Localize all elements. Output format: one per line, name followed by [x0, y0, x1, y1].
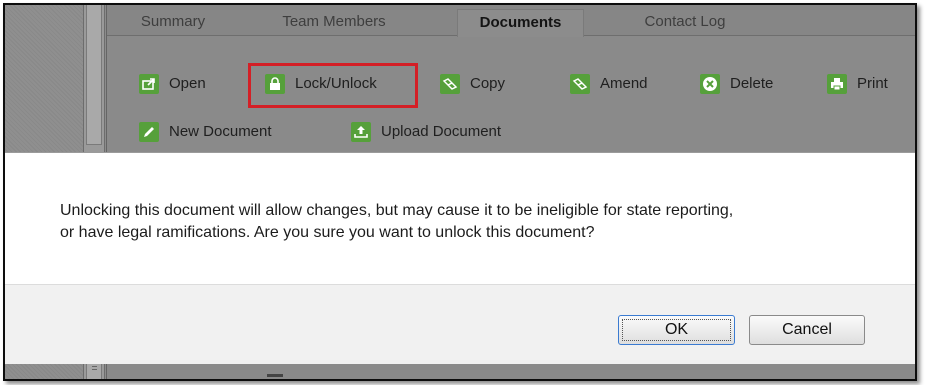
upload-document-label: Upload Document	[381, 123, 502, 140]
new-document-button[interactable]: New Document	[139, 119, 299, 145]
dialog-message-line2: or have legal ramifications. Are you sur…	[60, 224, 595, 241]
open-icon	[139, 74, 159, 94]
print-icon	[827, 74, 847, 94]
new-document-label: New Document	[169, 123, 272, 140]
amend-button[interactable]: Amend	[570, 71, 660, 97]
tab-documents[interactable]: Documents	[457, 9, 584, 37]
dialog-footer: OK Cancel	[5, 284, 915, 364]
amend-label: Amend	[600, 75, 648, 92]
copy-label: Copy	[470, 75, 506, 92]
copy-button[interactable]: Copy	[440, 71, 530, 97]
tab-bar: Summary Team Members Documents Contact L…	[107, 5, 915, 37]
open-label: Open	[169, 75, 206, 92]
amend-icon	[570, 74, 590, 94]
tab-contact-log[interactable]: Contact Log	[629, 11, 741, 35]
list-item-marker	[267, 374, 283, 377]
upload-icon	[351, 122, 371, 142]
dialog-message-line1: Unlocking this document will allow chang…	[60, 202, 734, 219]
tab-team-members[interactable]: Team Members	[273, 11, 395, 35]
scrollbar-thumb[interactable]	[86, 5, 102, 145]
ok-button[interactable]: OK	[618, 315, 735, 345]
upload-document-button[interactable]: Upload Document	[351, 119, 551, 145]
application-window: Summary Team Members Documents Contact L…	[3, 3, 917, 381]
delete-label: Delete	[730, 75, 774, 92]
print-button[interactable]: Print	[827, 71, 915, 97]
dialog-body: Unlocking this document will allow chang…	[5, 153, 915, 284]
copy-icon	[440, 74, 460, 94]
cancel-button[interactable]: Cancel	[749, 315, 865, 345]
confirm-dialog: Unlocking this document will allow chang…	[5, 152, 915, 364]
pencil-icon	[139, 122, 159, 142]
delete-button[interactable]: Delete	[700, 71, 800, 97]
delete-icon	[700, 74, 720, 94]
dialog-message: Unlocking this document will allow chang…	[60, 200, 880, 244]
tab-summary[interactable]: Summary	[131, 11, 215, 35]
open-button[interactable]: Open	[139, 71, 229, 97]
print-label: Print	[857, 75, 888, 92]
lock-unlock-highlight	[248, 63, 418, 108]
